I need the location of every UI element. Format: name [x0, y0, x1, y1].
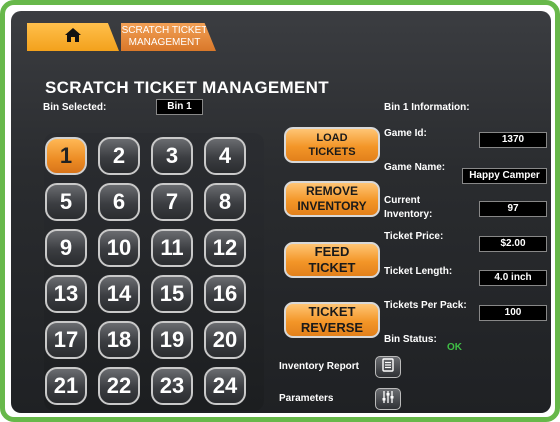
game-name-label: Game Name:	[384, 162, 446, 173]
bin-button-23[interactable]: 23	[151, 367, 193, 405]
bin-selected-value: Bin 1	[156, 99, 203, 115]
bin-button-7[interactable]: 7	[151, 183, 193, 221]
ticket-price-label: Ticket Price:	[384, 231, 444, 242]
bin-button-24[interactable]: 24	[204, 367, 246, 405]
bin-button-16[interactable]: 16	[204, 275, 246, 313]
bin-button-2[interactable]: 2	[98, 137, 140, 175]
bin-status-value: OK	[447, 342, 462, 353]
bin-button-17[interactable]: 17	[45, 321, 87, 359]
bin-button-20[interactable]: 20	[204, 321, 246, 359]
bin-button-18[interactable]: 18	[98, 321, 140, 359]
game-name-value: Happy Camper	[462, 168, 547, 184]
feed-label-line-1: FEED	[314, 244, 350, 259]
remove-label-line-2: INVENTORY	[297, 199, 367, 213]
parameters-button[interactable]	[375, 388, 401, 410]
load-label-line-2: TICKETS	[308, 146, 356, 158]
bin-button-1[interactable]: 1	[45, 137, 87, 175]
bin-button-10[interactable]: 10	[98, 229, 140, 267]
current-inventory-label-line-2: Inventory:	[384, 209, 433, 220]
bin-info-heading: Bin 1 Information:	[384, 102, 470, 113]
app-frame: SCRATCH TICKET MANAGEMENT SCRATCH TICKET…	[0, 0, 560, 422]
ticket-length-value: 4.0 inch	[479, 270, 547, 286]
bin-button-14[interactable]: 14	[98, 275, 140, 313]
bin-button-8[interactable]: 8	[204, 183, 246, 221]
inventory-report-button[interactable]	[375, 356, 401, 378]
bin-button-15[interactable]: 15	[151, 275, 193, 313]
bin-button-12[interactable]: 12	[204, 229, 246, 267]
tab-scratch-ticket-management[interactable]: SCRATCH TICKET MANAGEMENT	[121, 23, 216, 51]
ticket-reverse-button[interactable]: TICKET REVERSE	[284, 302, 380, 338]
tickets-per-pack-value: 100	[479, 305, 547, 321]
load-tickets-button[interactable]: LOAD TICKETS	[284, 127, 380, 163]
report-icon	[381, 357, 395, 377]
tab-label-line-1: SCRATCH TICKET	[121, 25, 208, 36]
bin-button-21[interactable]: 21	[45, 367, 87, 405]
current-inventory-label-line-1: Current	[384, 195, 421, 206]
remove-label-line-1: REMOVE	[305, 184, 358, 198]
reverse-label-line-2: REVERSE	[300, 320, 364, 335]
feed-ticket-button[interactable]: FEED TICKET	[284, 242, 380, 278]
reverse-label-line-1: TICKET	[308, 304, 356, 319]
tab-label-line-2: MANAGEMENT	[128, 37, 201, 48]
home-tab[interactable]	[27, 23, 119, 51]
bin-button-4[interactable]: 4	[204, 137, 246, 175]
bin-button-3[interactable]: 3	[151, 137, 193, 175]
main-panel: SCRATCH TICKET MANAGEMENT SCRATCH TICKET…	[11, 11, 551, 413]
current-inventory-value: 97	[479, 201, 547, 217]
bin-button-19[interactable]: 19	[151, 321, 193, 359]
bin-button-11[interactable]: 11	[151, 229, 193, 267]
feed-label-line-2: TICKET	[308, 260, 356, 275]
home-icon	[64, 27, 82, 48]
ticket-length-label: Ticket Length:	[384, 266, 453, 277]
tickets-per-pack-label: Tickets Per Pack:	[384, 300, 467, 311]
bin-button-13[interactable]: 13	[45, 275, 87, 313]
remove-inventory-button[interactable]: REMOVE INVENTORY	[284, 181, 380, 217]
bin-selected-label: Bin Selected:	[43, 102, 107, 113]
parameters-label: Parameters	[279, 393, 334, 404]
bin-status-label: Bin Status:	[384, 334, 437, 345]
bin-button-9[interactable]: 9	[45, 229, 87, 267]
bin-button-5[interactable]: 5	[45, 183, 87, 221]
current-inventory-label: Current Inventory:	[384, 194, 432, 222]
bin-button-22[interactable]: 22	[98, 367, 140, 405]
sliders-icon	[381, 390, 395, 409]
game-id-value: 1370	[479, 132, 547, 148]
game-id-label: Game Id:	[384, 128, 427, 139]
bin-button-6[interactable]: 6	[98, 183, 140, 221]
ticket-price-value: $2.00	[479, 236, 547, 252]
page-title: SCRATCH TICKET MANAGEMENT	[45, 78, 329, 97]
inventory-report-label: Inventory Report	[279, 361, 360, 372]
load-label-line-1: LOAD	[316, 132, 348, 144]
